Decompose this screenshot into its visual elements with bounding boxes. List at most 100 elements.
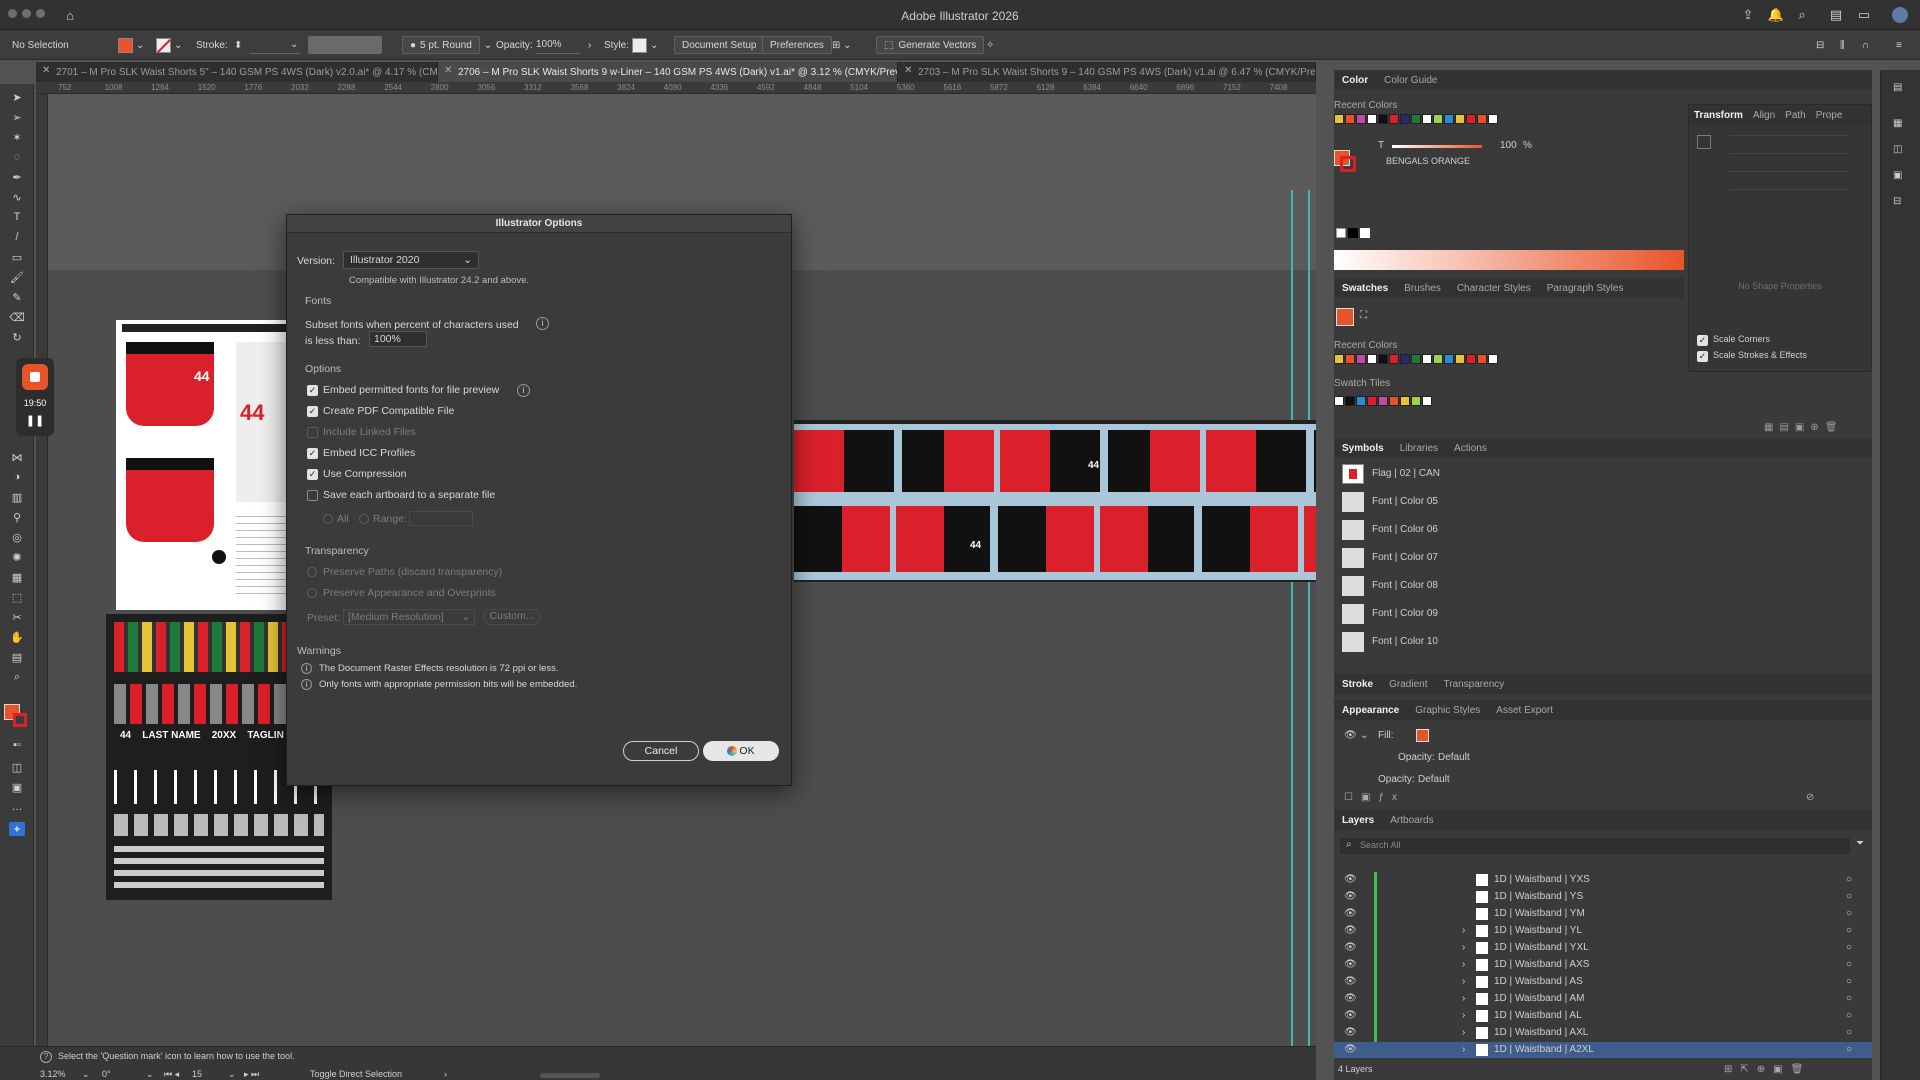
layer-row[interactable]: 👁 1D | Waistband | YM ○ <box>1334 906 1872 923</box>
eye-icon[interactable]: 👁 <box>1344 730 1357 741</box>
tab-actions[interactable]: Actions <box>1446 438 1495 458</box>
tab-asset-export[interactable]: Asset Export <box>1488 700 1561 720</box>
tab-brushes[interactable]: Brushes <box>1396 278 1449 298</box>
document-setup-button[interactable]: Document Setup <box>674 36 765 54</box>
layer-row[interactable]: 👁 › 1D | Waistband | AS ○ <box>1334 974 1872 991</box>
tab-document-2703[interactable]: ✕ 2703 – M Pro SLK Waist Shorts 9 – 140 G… <box>898 62 1316 82</box>
artboard-number-field[interactable]: 15 <box>192 1069 202 1079</box>
tab-libraries[interactable]: Libraries <box>1392 438 1446 458</box>
swatch-tiles-row[interactable] <box>1334 396 1433 409</box>
selection-tool-icon[interactable]: ➤ <box>9 90 25 104</box>
graphic-style-swatch[interactable] <box>632 37 647 53</box>
stop-recording-button[interactable] <box>22 364 48 390</box>
appearance-actions[interactable]: ☐▣ƒx <box>1344 792 1405 803</box>
direct-selection-tool-icon[interactable]: ➢ <box>9 110 25 124</box>
preset-select[interactable]: [Medium Resolution] ⌄ <box>343 609 475 625</box>
ok-button[interactable]: OK <box>703 741 779 761</box>
layer-row[interactable]: 👁 › 1D | Waistband | AXS ○ <box>1334 957 1872 974</box>
tab-symbols[interactable]: Symbols <box>1334 438 1392 458</box>
hand-tool-icon[interactable]: ✋ <box>9 630 25 644</box>
magic-wand-icon[interactable]: ✧ <box>986 36 994 54</box>
version-select[interactable]: Illustrator 2020 ⌄ <box>343 251 479 269</box>
swatch-actions[interactable]: ▦▤▣⊕🗑 <box>1764 422 1843 433</box>
filter-icon[interactable]: ⏷ <box>1856 838 1864 849</box>
artboards-icon[interactable]: ▣ <box>1893 170 1902 181</box>
stroke-weight-stepper[interactable]: ⬍ <box>234 36 242 54</box>
arrange-icon[interactable]: ⊞ ⌄ <box>832 36 852 54</box>
info-icon[interactable]: i <box>517 384 530 397</box>
avatar[interactable] <box>1892 7 1908 23</box>
horizontal-ruler[interactable]: 752 1008 1264 1520 1776 2032 2288 2544 2800 3056 3… <box>36 82 1316 94</box>
screen-mode-icon[interactable]: ▣ <box>9 780 25 794</box>
recent-colors-row[interactable] <box>1334 114 1499 127</box>
scale-strokes-checkbox[interactable]: ✓ <box>1697 351 1708 362</box>
line-tool-icon[interactable]: / <box>9 230 25 244</box>
tint-value[interactable]: 100 <box>1500 140 1517 151</box>
tab-transform[interactable]: Transform <box>1689 105 1748 125</box>
embed-fonts-checkbox[interactable]: ✓ <box>307 385 318 396</box>
symbol-item[interactable]: Font | Color 06 <box>1372 524 1438 535</box>
variable-width-profile[interactable] <box>308 36 382 54</box>
layer-row[interactable]: 👁 1D | Waistband | YS ○ <box>1334 889 1872 906</box>
symbol-item[interactable]: Font | Color 05 <box>1372 496 1438 507</box>
tab-color-guide[interactable]: Color Guide <box>1376 70 1445 90</box>
preserve-appearance-radio[interactable] <box>307 588 317 598</box>
chevron-down-icon[interactable]: ⌄ <box>174 40 182 51</box>
embed-icc-checkbox[interactable]: ✓ <box>307 448 318 459</box>
black-swatch[interactable] <box>1348 228 1358 238</box>
transform-icon[interactable]: ∩ <box>1862 36 1869 54</box>
paintbrush-tool-icon[interactable]: 🖌 <box>9 270 25 284</box>
fill-swatch[interactable] <box>118 37 133 53</box>
magic-wand-tool-icon[interactable]: ✶ <box>9 130 25 144</box>
close-tab-icon[interactable]: ✕ <box>904 65 912 76</box>
layers-search[interactable]: ⌕ Search All <box>1340 838 1850 854</box>
pdf-compatible-checkbox[interactable]: ✓ <box>307 406 318 417</box>
layers-icon[interactable]: ◫ <box>1893 144 1902 155</box>
range-radio[interactable] <box>359 514 369 524</box>
color-mode-icon[interactable]: ▪▫ <box>9 738 25 752</box>
opacity-value[interactable]: Default <box>1418 774 1450 785</box>
stroke-swatch[interactable] <box>156 37 172 53</box>
info-icon[interactable]: i <box>536 317 549 330</box>
blend-tool-icon[interactable]: ◎ <box>9 530 25 544</box>
share-icon[interactable]: ⇪ <box>1740 7 1756 23</box>
first-artboard-icon[interactable]: ⏮ ◂ <box>164 1069 179 1080</box>
tab-align[interactable]: Align <box>1748 105 1780 125</box>
layers-actions[interactable]: ⊞⇱⊕▣🗑 <box>1724 1064 1811 1075</box>
include-linked-files-checkbox[interactable] <box>307 427 318 438</box>
chevron-down-icon[interactable]: ⌄ <box>136 40 144 51</box>
chevron-down-icon[interactable]: ⌄ <box>1360 730 1368 741</box>
subset-percent-field[interactable]: 100% <box>369 331 427 347</box>
tab-path[interactable]: Path <box>1780 105 1811 125</box>
chevron-down-icon[interactable]: ⌄ <box>146 1069 154 1080</box>
tab-transparency[interactable]: Transparency <box>1435 674 1512 694</box>
eyedropper-tool-icon[interactable]: ⚲ <box>9 510 25 524</box>
slice-tool-icon[interactable]: ✂ <box>9 610 25 624</box>
curvature-tool-icon[interactable]: ∿ <box>9 190 25 204</box>
chevron-right-icon[interactable]: › <box>588 36 591 54</box>
width-tool-icon[interactable]: ⋈ <box>9 450 25 464</box>
tab-paragraph-styles[interactable]: Paragraph Styles <box>1539 278 1632 298</box>
cancel-button[interactable]: Cancel <box>623 741 699 761</box>
tab-properties[interactable]: Prope <box>1811 105 1848 125</box>
tab-artboards[interactable]: Artboards <box>1382 810 1441 830</box>
bell-icon[interactable]: 🔔 <box>1768 7 1784 23</box>
symbol-item[interactable]: Flag | 02 | CAN <box>1372 468 1440 479</box>
question-mark-icon[interactable]: ? <box>40 1051 52 1063</box>
tab-document-2701[interactable]: ✕ 2701 – M Pro SLK Waist Shorts 5" – 140 … <box>36 62 438 82</box>
properties-icon[interactable]: ▤ <box>1893 82 1902 93</box>
opacity-value[interactable]: Default <box>1438 752 1470 763</box>
vertical-ruler[interactable] <box>36 94 48 1046</box>
next-artboard-icon[interactable]: ▸ ⏭ <box>244 1069 259 1080</box>
panel-layout-icon[interactable]: ▭ <box>1856 7 1872 23</box>
stroke-color-icon[interactable] <box>13 713 27 727</box>
symbol-item[interactable]: Font | Color 09 <box>1372 608 1438 619</box>
tab-stroke[interactable]: Stroke <box>1334 674 1381 694</box>
tab-document-2706[interactable]: ✕ 2706 – M Pro SLK Waist Shorts 9 w-Liner… <box>438 62 898 82</box>
shaper-tool-icon[interactable]: ✎ <box>9 290 25 304</box>
layer-row[interactable]: 👁 › 1D | Waistband | AXL ○ <box>1334 1025 1872 1042</box>
transform-fields[interactable] <box>1729 135 1849 205</box>
workspace-icon[interactable]: ▤ <box>1828 7 1844 23</box>
swatch-recent-row[interactable] <box>1334 354 1499 367</box>
layer-row[interactable]: 👁 › 1D | Waistband | AM ○ <box>1334 991 1872 1008</box>
